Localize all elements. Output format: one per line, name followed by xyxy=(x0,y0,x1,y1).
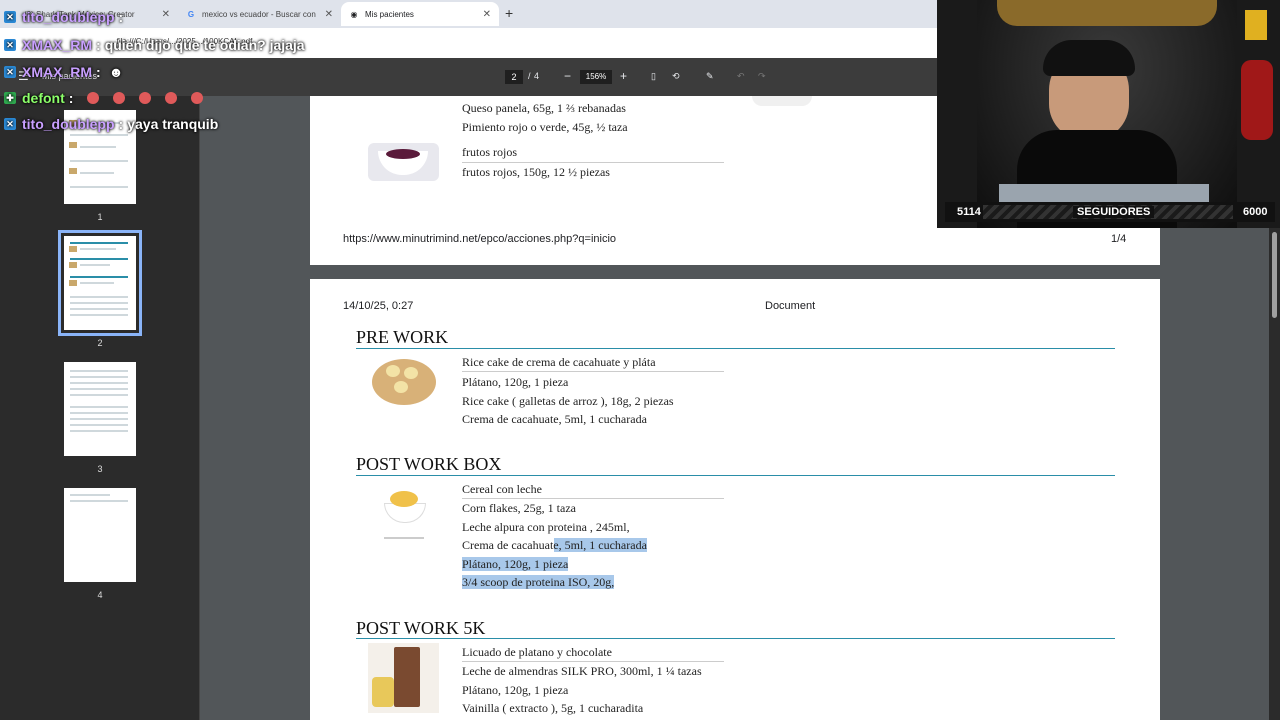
thumbnail-sidebar: 1 2 3 4 xyxy=(0,96,200,720)
food-item-text: 3/4 scoop de proteina ISO, 20g, xyxy=(462,575,615,589)
browser-tab-strip: ▶ (8) Shark Tank México: Creator ✕ G mex… xyxy=(0,0,940,28)
vertical-scrollbar[interactable] xyxy=(1269,228,1280,720)
sub-badge-icon: ✚ xyxy=(4,92,16,104)
zoom-in-button[interactable]: + xyxy=(620,69,627,83)
food-item: Corn flakes, 25g, 1 taza xyxy=(462,501,576,515)
redo-icon[interactable]: ↷ xyxy=(758,71,766,82)
footer-page: 1/4 xyxy=(1111,233,1127,245)
chat-message: ✕ XMAX_RM : ☻ xyxy=(4,64,123,80)
food-item-text: Crema de cacahuate, 5ml, 1 cucharada xyxy=(462,538,647,552)
page-total: 4 xyxy=(534,71,540,81)
chat-message: ✚ defont : xyxy=(4,90,204,106)
tab-google-search[interactable]: G mexico vs ecuador - Buscar con ✕ xyxy=(178,2,341,26)
chair-ornament xyxy=(997,0,1217,26)
figurine xyxy=(1237,10,1277,150)
fit-page-icon[interactable]: ▯ xyxy=(651,71,656,82)
chat-text: yaya tranquib xyxy=(127,116,219,132)
section-title: PRE WORK xyxy=(356,327,449,347)
food-item: frutos rojos, 150g, 12 ½ piezas xyxy=(462,165,610,179)
food-item: Crema de cacahuate, 5ml, 1 cucharada xyxy=(462,412,647,426)
chat-text: quien dijo que te odian? jajaja xyxy=(104,37,305,53)
food-item: Leche alpura con proteina , 245ml, xyxy=(462,520,630,534)
chat-username: tito_doublepp xyxy=(22,9,115,25)
smoothie-image xyxy=(368,643,439,713)
tab-mis-pacientes[interactable]: ◉ Mis pacientes ✕ xyxy=(341,2,499,26)
emote-icon xyxy=(87,92,100,104)
emote-icon xyxy=(113,92,126,104)
food-item: Rice cake ( galletas de arroz ), 18g, 2 … xyxy=(462,394,674,408)
thumbnail-number: 2 xyxy=(97,338,103,348)
undo-icon[interactable]: ↶ xyxy=(737,71,745,82)
thumbnail-number: 3 xyxy=(97,464,103,474)
emote-icon xyxy=(139,92,152,104)
emote-icon xyxy=(191,92,204,104)
rotate-icon[interactable]: ⟲ xyxy=(672,71,680,82)
close-icon[interactable]: ✕ xyxy=(483,9,491,20)
tab-label: Mis pacientes xyxy=(365,9,414,19)
webcam-feed xyxy=(937,0,1280,228)
food-item: Vainilla ( extracto ), 5g, 1 cucharadita xyxy=(462,701,644,715)
food-item: Plátano, 120g, 1 pieza xyxy=(462,375,569,389)
recipe-title: Licuado de platano y chocolate xyxy=(462,645,612,659)
close-icon[interactable]: ✕ xyxy=(162,9,170,20)
google-icon: G xyxy=(187,9,195,19)
cereal-image xyxy=(380,485,428,541)
food-item-selected: 3/4 scoop de proteina ISO, 20g, xyxy=(462,575,615,590)
new-tab-button[interactable]: + xyxy=(505,5,513,21)
monitor xyxy=(999,184,1209,204)
close-icon[interactable]: ✕ xyxy=(325,9,333,20)
food-item-selected: Crema de cacahuate, 5ml, 1 cucharada xyxy=(462,538,647,553)
scrollbar-thumb[interactable] xyxy=(1272,232,1277,318)
pdf-page-2: 14/10/25, 0:27 Document PRE WORK Rice ca… xyxy=(310,279,1160,720)
food-item-selected: Plátano, 120g, 1 pieza xyxy=(462,557,569,572)
plate-image xyxy=(752,96,812,106)
zoom-out-button[interactable]: − xyxy=(564,69,571,83)
thumbnail-page-3[interactable] xyxy=(64,362,136,456)
food-item: Pimiento rojo o verde, 45g, ½ taza xyxy=(462,120,628,134)
annotate-icon[interactable]: ✎ xyxy=(706,71,714,82)
sub-badge-icon: ✕ xyxy=(4,39,16,51)
recipe-title: frutos rojos xyxy=(462,145,517,159)
section-title: POST WORK 5K xyxy=(356,618,486,638)
page-separator: / xyxy=(528,71,531,81)
tab-label: mexico vs ecuador - Buscar con xyxy=(202,9,316,19)
chat-username: defont xyxy=(22,90,65,106)
header-doc: Document xyxy=(765,300,816,312)
chat-message: ✕ tito_doublepp : yaya tranquib xyxy=(4,116,218,132)
followers-current: 5114 xyxy=(957,206,981,218)
recipe-title: Rice cake de crema de cacahuate y pláta xyxy=(462,355,656,369)
emote-icon xyxy=(165,92,178,104)
thumbnail-page-2[interactable] xyxy=(58,230,142,336)
streamer-hair xyxy=(1043,40,1135,76)
thumbnail-number: 1 xyxy=(97,212,103,222)
header-date: 14/10/25, 0:27 xyxy=(343,300,414,312)
section-title: POST WORK BOX xyxy=(356,454,502,474)
followers-goal-bar: 5114 SEGUIDORES 6000 xyxy=(945,202,1275,222)
sub-badge-icon: ✕ xyxy=(4,11,16,23)
ghost-emote-icon: ☻ xyxy=(108,64,124,80)
thumbnail-page-4[interactable] xyxy=(64,488,136,582)
thumbnail-number: 4 xyxy=(97,590,103,600)
chat-message: ✕ XMAX_RM : quien dijo que te odian? jaj… xyxy=(4,37,305,53)
sub-badge-icon: ✕ xyxy=(4,118,16,130)
chat-username: XMAX_RM xyxy=(22,37,93,53)
food-item: Plátano, 120g, 1 pieza xyxy=(462,683,569,697)
footer-url: https://www.minutrimind.net/epco/accione… xyxy=(343,233,617,245)
berries-image xyxy=(368,143,439,181)
food-item: Leche de almendras SILK PRO, 300ml, 1 ¼ … xyxy=(462,664,702,678)
followers-label: SEGUIDORES xyxy=(1073,206,1155,218)
rice-cake-image xyxy=(368,355,439,410)
chat-message: ✕ tito_doublepp : xyxy=(4,9,123,25)
chat-username: tito_doublepp xyxy=(22,116,115,132)
followers-goal: 6000 xyxy=(1243,206,1268,218)
recipe-title: Cereal con leche xyxy=(462,482,542,496)
globe-icon: ◉ xyxy=(350,9,358,19)
sub-badge-icon: ✕ xyxy=(4,66,16,78)
chat-username: XMAX_RM xyxy=(22,64,93,80)
food-item: Queso panela, 65g, 1 ⅔ rebanadas xyxy=(462,101,626,115)
page-number-input[interactable]: 2 xyxy=(505,70,523,84)
food-item-text: Plátano, 120g, 1 pieza xyxy=(462,557,569,571)
zoom-input[interactable]: 156% xyxy=(580,70,612,84)
